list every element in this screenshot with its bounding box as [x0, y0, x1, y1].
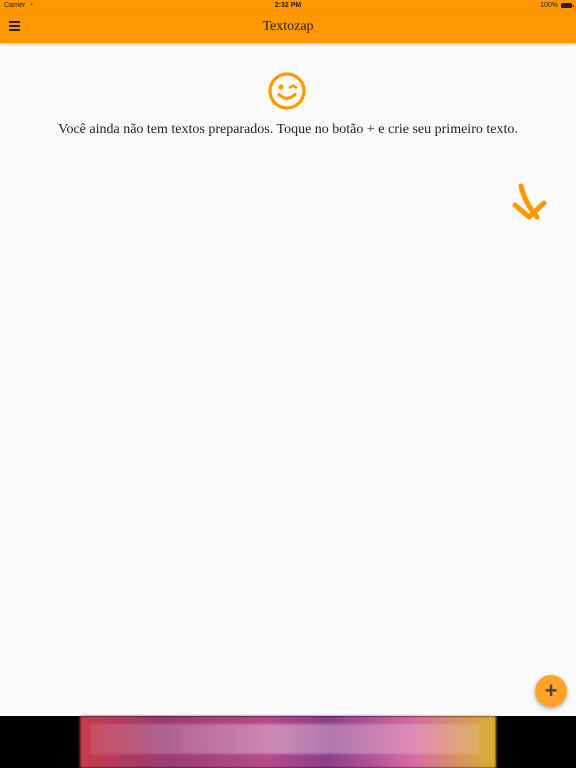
add-text-button[interactable]: + — [535, 675, 567, 707]
arrow-down-right-icon — [512, 183, 547, 220]
plus-icon: + — [544, 678, 558, 703]
app-bar: Textozap — [0, 12, 576, 43]
ad-bar — [0, 716, 576, 768]
winking-smiley-icon — [268, 72, 306, 110]
ad-banner[interactable] — [80, 716, 496, 768]
battery-percent: 100% — [540, 2, 558, 9]
app-title: Textozap — [262, 19, 314, 34]
status-bar: Carrier ◔ 2:32 PM 100% — [0, 0, 576, 12]
app-screen: Carrier ◔ 2:32 PM 100% Textozap Você ain… — [0, 0, 576, 768]
clock: 2:32 PM — [274, 2, 302, 9]
empty-state-message: Você ainda não tem textos preparados. To… — [58, 122, 518, 137]
battery-icon — [561, 3, 574, 8]
